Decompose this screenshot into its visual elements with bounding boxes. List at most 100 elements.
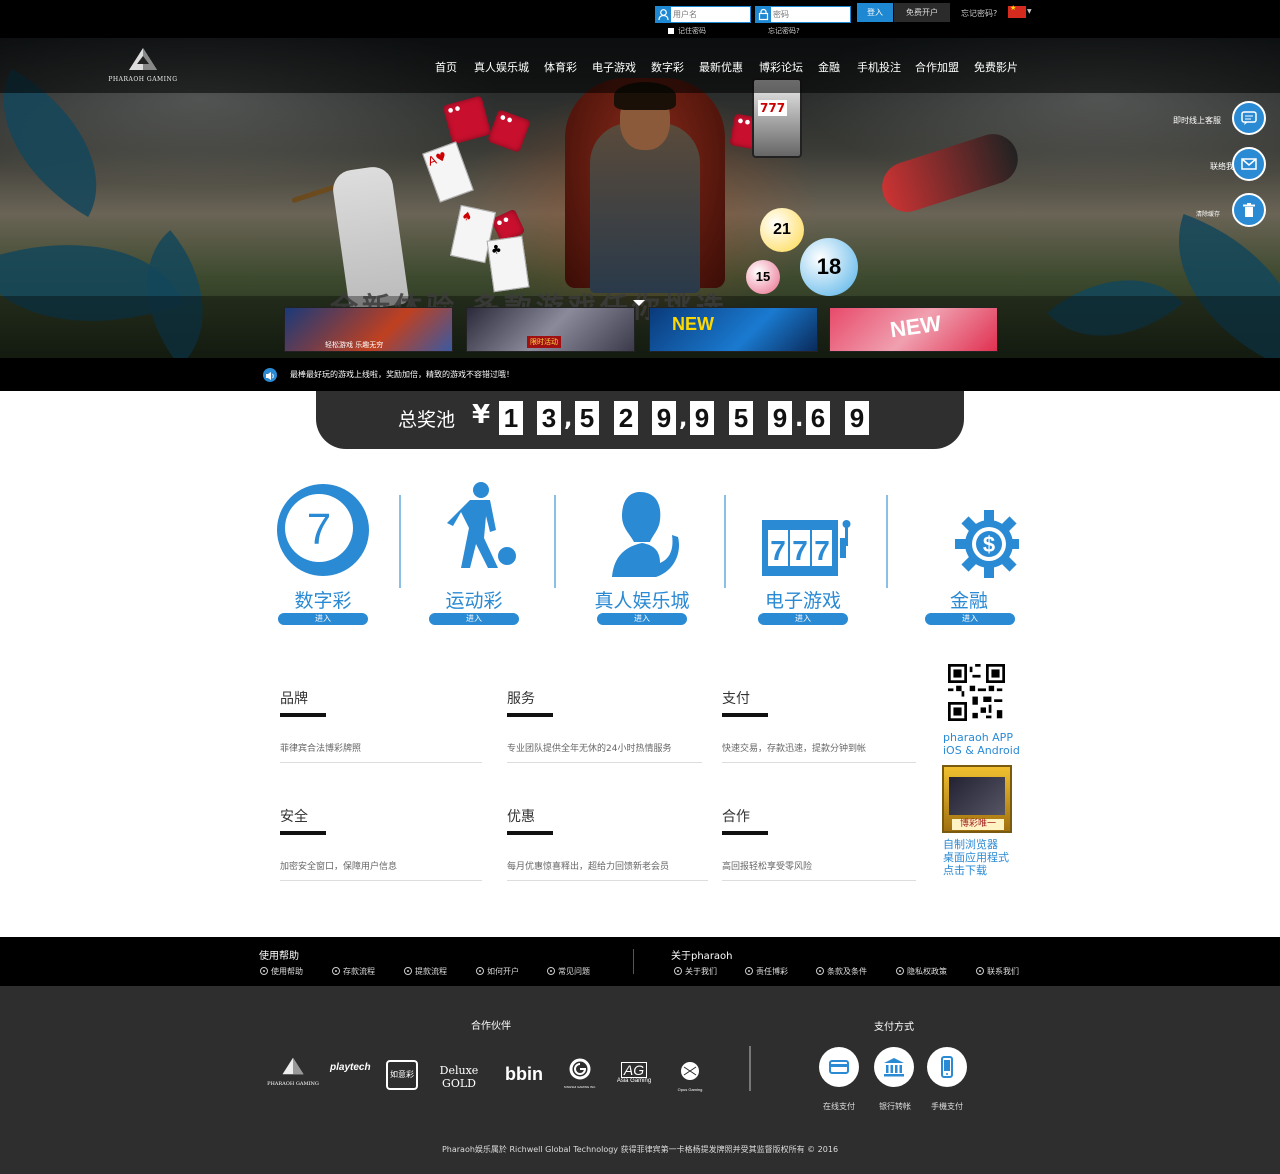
enter-button[interactable]: 进入 [597, 613, 687, 625]
enter-button[interactable]: 进入 [925, 613, 1015, 625]
username-input[interactable]: 用户名 [655, 6, 751, 23]
nav-promotions[interactable]: 最新优惠 [699, 59, 743, 75]
feature-payment: 支付 快速交易，存款迅速，提款分钟到帐 [722, 688, 916, 763]
nav-partner[interactable]: 合作加盟 [915, 59, 959, 75]
promo-caption: 轻松游戏 乐趣无穷 [325, 341, 384, 349]
login-button[interactable]: 登入 [857, 3, 893, 22]
radio-icon [260, 967, 268, 975]
bank-transfer-button[interactable] [874, 1047, 914, 1087]
category-e-games[interactable]: 777 电子游戏 进入 [733, 480, 873, 630]
qr-code-icon [948, 664, 1005, 721]
enter-button[interactable]: 进入 [278, 613, 368, 625]
partner-logo-ruyi: 如意彩 [386, 1060, 418, 1090]
nav-mobile[interactable]: 手机投注 [857, 59, 901, 75]
jackpot-digit: 9 [690, 401, 714, 435]
help-link[interactable]: 提款流程 [404, 966, 447, 977]
brand-name: PHARAOH GAMING [108, 76, 178, 83]
copyright-text: Pharaoh娱乐属於 Richwell Global Technology 获… [441, 1145, 839, 1154]
enter-button[interactable]: 进入 [758, 613, 848, 625]
currency-symbol: ¥ [472, 400, 491, 430]
jackpot-digit: 9 [845, 401, 869, 435]
about-link[interactable]: 隐私权政策 [896, 966, 947, 977]
partner-logo-pharaoh: PHARAOH GAMING [266, 1056, 320, 1092]
chat-icon [1241, 111, 1257, 125]
help-link[interactable]: 常见问题 [547, 966, 590, 977]
chevron-down-icon[interactable]: ▼ [1027, 8, 1032, 15]
register-button[interactable]: 免费开户 [894, 3, 950, 22]
about-link[interactable]: 条款及条件 [816, 966, 867, 977]
divider [554, 495, 556, 588]
nav-home[interactable]: 首页 [435, 59, 457, 75]
enter-button[interactable]: 进入 [429, 613, 519, 625]
nav-sports[interactable]: 体育彩 [544, 59, 577, 75]
help-link[interactable]: 如何开户 [476, 966, 519, 977]
online-payment-button[interactable] [819, 1047, 859, 1087]
nav-forum[interactable]: 博彩论坛 [759, 59, 803, 75]
username-placeholder: 用户名 [673, 10, 697, 19]
contact-button[interactable] [1232, 147, 1266, 181]
category-title: 数字彩 [294, 590, 352, 612]
about-link[interactable]: 关于我们 [674, 966, 717, 977]
qr-code[interactable] [948, 664, 1005, 721]
feature-underline [507, 713, 553, 717]
lottery-ball-icon: 7 [253, 480, 393, 580]
category-live-casino[interactable]: 真人娱乐城 进入 [572, 480, 712, 630]
lottery-ball: 21 [760, 208, 804, 252]
nav-live-casino[interactable]: 真人娱乐城 [474, 59, 529, 75]
category-lottery[interactable]: 7 数字彩 进入 [253, 480, 393, 630]
nav-free-video[interactable]: 免费影片 [974, 59, 1018, 75]
feature-underline [280, 831, 326, 835]
browser-download-link[interactable]: 自制浏览器 桌面应用程式 点击下载 [943, 838, 1009, 877]
partner-name: Deluxe GOLD [439, 1064, 479, 1090]
promo-thumb-3[interactable]: NEW [649, 307, 818, 352]
slot-machine-icon: 777 [733, 480, 873, 580]
playing-card: ♣ [486, 235, 530, 293]
category-title: 电子游戏 [764, 590, 841, 612]
promo-thumb-4[interactable]: NEW [829, 307, 998, 352]
forgot-password-link-small[interactable]: 忘记密码? [768, 26, 800, 36]
payment-title: 支付方式 [874, 1022, 914, 1033]
nav-e-games[interactable]: 电子游戏 [592, 59, 636, 75]
category-sports[interactable]: 运动彩 进入 [404, 480, 544, 630]
category-finance[interactable]: $ 金融 进入 [899, 480, 1039, 630]
feature-title: 品牌 [280, 691, 308, 707]
partner-logo-deluxe-gold: Deluxe GOLD [432, 1064, 486, 1100]
jackpot-separator: . [795, 407, 804, 432]
jackpot-digit: 9 [652, 401, 676, 435]
brand-logo[interactable]: PHARAOH GAMING [108, 46, 178, 88]
browser-download-image[interactable]: 博彩唯一 [942, 765, 1012, 833]
playing-card: A♥ [422, 141, 474, 203]
browser-line-1: 自制浏览器 [943, 838, 998, 851]
jackpot-digit: 9 [768, 401, 792, 435]
help-title: 使用帮助 [259, 951, 299, 962]
svg-text:7: 7 [792, 535, 808, 566]
nav-lottery[interactable]: 数字彩 [651, 59, 684, 75]
mobile-payment-button[interactable] [927, 1047, 967, 1087]
hero-banner: A♥ ♠ ♣ 21 18 15 PHARAOH GAMING 首页 真人娱乐城 … [0, 38, 1280, 358]
feature-title: 优惠 [507, 809, 535, 825]
about-link[interactable]: 责任博彩 [745, 966, 788, 977]
live-chat-button[interactable] [1232, 101, 1266, 135]
help-link[interactable]: 存款流程 [332, 966, 375, 977]
remember-checkbox[interactable]: 记住密码 [668, 26, 706, 36]
browser-line-3: 点击下载 [943, 864, 987, 877]
radio-icon [332, 967, 340, 975]
promo-thumb-1[interactable]: 轻松游戏 乐趣无穷 [284, 307, 453, 352]
clear-cache-button[interactable] [1232, 193, 1266, 227]
promo-thumb-2[interactable]: 限时活动 [466, 307, 635, 352]
feature-underline [722, 713, 768, 717]
category-title: 金融 [949, 590, 988, 612]
nav-finance[interactable]: 金融 [818, 59, 840, 75]
partners-title: 合作伙伴 [471, 1021, 511, 1032]
top-bar: 用户名 密码 记住密码 忘记密码? 登入 免费开户 忘记密码? ▼ [0, 0, 1280, 38]
about-link[interactable]: 联系我们 [976, 966, 1019, 977]
svg-text:7: 7 [814, 535, 830, 566]
forgot-password-link[interactable]: 忘记密码? [961, 8, 997, 19]
app-label: pharaoh APP iOS & Android [943, 731, 1020, 757]
radio-icon [547, 967, 555, 975]
china-flag-icon[interactable] [1008, 4, 1026, 18]
payment-label: 在线支付 [823, 1102, 855, 1111]
globe-icon [681, 1062, 699, 1080]
help-link[interactable]: 使用帮助 [260, 966, 303, 977]
password-input[interactable]: 密码 [755, 6, 851, 23]
